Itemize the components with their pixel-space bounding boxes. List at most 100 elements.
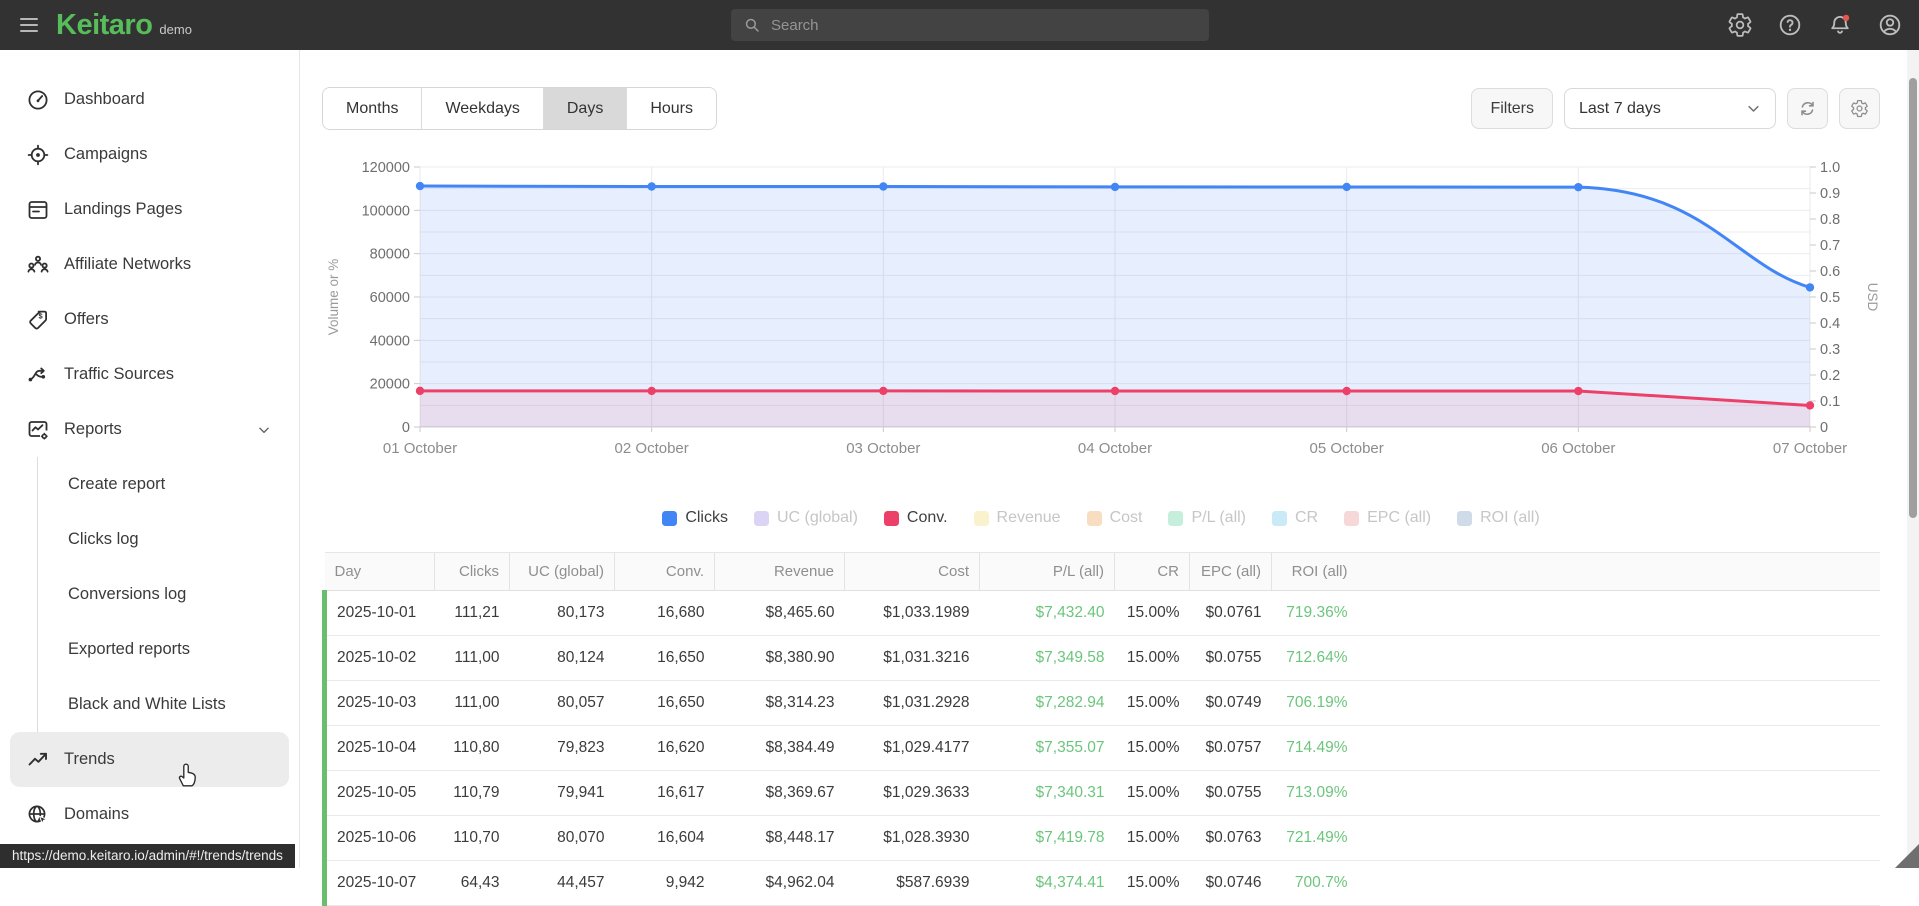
cell-day: 2025-10-05 bbox=[325, 771, 435, 816]
svg-text:04 October: 04 October bbox=[1078, 440, 1152, 457]
column-header-roi-all[interactable]: ROI (all) bbox=[1272, 553, 1358, 591]
corner-grip bbox=[1895, 844, 1919, 868]
notifications-icon[interactable] bbox=[1827, 12, 1853, 38]
legend-item-conv[interactable]: Conv. bbox=[884, 509, 948, 527]
svg-text:120000: 120000 bbox=[362, 160, 410, 176]
sidebar-subitem-black-and-white-lists[interactable]: Black and White Lists bbox=[38, 677, 299, 732]
legend-label: Revenue bbox=[997, 509, 1061, 527]
refresh-icon bbox=[1798, 99, 1817, 118]
sidebar-item-affiliate-networks[interactable]: Affiliate Networks bbox=[10, 237, 289, 292]
cell-epc-all: $0.0757 bbox=[1190, 726, 1272, 771]
filters-button[interactable]: Filters bbox=[1471, 88, 1553, 129]
sidebar-subitem-create-report[interactable]: Create report bbox=[38, 457, 299, 512]
trends-table: DayClicksUC (global)Conv.RevenueCostP/L … bbox=[322, 552, 1880, 906]
svg-text:07 October: 07 October bbox=[1773, 440, 1847, 457]
column-header-p-l-all[interactable]: P/L (all) bbox=[980, 553, 1115, 591]
cell-conv: 16,620 bbox=[615, 726, 715, 771]
table-row[interactable]: 2025-10-03111,0080,05716,650$8,314.23$1,… bbox=[325, 681, 1881, 726]
tab-weekdays[interactable]: Weekdays bbox=[421, 88, 542, 129]
traffic-sources-icon bbox=[26, 363, 50, 387]
help-icon[interactable] bbox=[1777, 12, 1803, 38]
date-range-select[interactable]: Last 7 days bbox=[1564, 88, 1776, 129]
refresh-button[interactable] bbox=[1787, 88, 1828, 129]
cell-roi-all: 719.36% bbox=[1272, 591, 1358, 636]
svg-text:100000: 100000 bbox=[362, 203, 410, 219]
sidebar-item-domains[interactable]: Domains bbox=[10, 787, 289, 842]
svg-text:0.2: 0.2 bbox=[1820, 368, 1840, 384]
topbar-actions bbox=[1727, 0, 1903, 50]
legend-item-clicks[interactable]: Clicks bbox=[662, 509, 728, 527]
sidebar-item-campaigns[interactable]: Campaigns bbox=[10, 127, 289, 182]
sidebar-item-trends[interactable]: Trends bbox=[10, 732, 289, 787]
cell-conv: 16,650 bbox=[615, 681, 715, 726]
cell-roi-all: 700.7% bbox=[1272, 861, 1358, 906]
column-header-revenue[interactable]: Revenue bbox=[715, 553, 845, 591]
legend-item-cr[interactable]: CR bbox=[1272, 509, 1318, 527]
table-row[interactable]: 2025-10-0764,4344,4579,942$4,962.04$587.… bbox=[325, 861, 1881, 906]
status-url-tooltip: https://demo.keitaro.io/admin/#!/trends/… bbox=[0, 844, 295, 868]
trends-toolbar: MonthsWeekdaysDaysHours Filters Last 7 d… bbox=[322, 87, 1880, 130]
scrollbar-track[interactable] bbox=[1907, 50, 1919, 868]
cell-cost: $1,028.3930 bbox=[845, 816, 980, 861]
tab-months[interactable]: Months bbox=[323, 88, 421, 129]
legend-item-p-l-all[interactable]: P/L (all) bbox=[1168, 509, 1246, 527]
menu-toggle-icon[interactable] bbox=[0, 0, 46, 50]
cell-p-l-all: $7,355.07 bbox=[980, 726, 1115, 771]
legend-item-cost[interactable]: Cost bbox=[1087, 509, 1143, 527]
offer-tag-icon: $ bbox=[26, 308, 50, 332]
sidebar-subitem-conversions-log[interactable]: Conversions log bbox=[38, 567, 299, 622]
cell-clicks: 110,79 bbox=[435, 771, 510, 816]
table-row[interactable]: 2025-10-04110,8079,82316,620$8,384.49$1,… bbox=[325, 726, 1881, 771]
table-row[interactable]: 2025-10-06110,7080,07016,604$8,448.17$1,… bbox=[325, 816, 1881, 861]
column-header-cr[interactable]: CR bbox=[1115, 553, 1190, 591]
sidebar-item-label: Dashboard bbox=[64, 90, 145, 109]
cell-roi-all: 713.09% bbox=[1272, 771, 1358, 816]
svg-text:0: 0 bbox=[402, 420, 410, 436]
scrollbar-thumb[interactable] bbox=[1909, 78, 1917, 518]
cell-clicks: 64,43 bbox=[435, 861, 510, 906]
account-icon[interactable] bbox=[1877, 12, 1903, 38]
gear-icon bbox=[1850, 99, 1869, 118]
column-header-epc-all[interactable]: EPC (all) bbox=[1190, 553, 1272, 591]
sidebar-subitem-clicks-log[interactable]: Clicks log bbox=[38, 512, 299, 567]
tab-days[interactable]: Days bbox=[543, 88, 626, 129]
cell-day: 2025-10-02 bbox=[325, 636, 435, 681]
settings-icon[interactable] bbox=[1727, 12, 1753, 38]
search-input[interactable] bbox=[771, 17, 1197, 34]
table-row[interactable]: 2025-10-05110,7979,94116,617$8,369.67$1,… bbox=[325, 771, 1881, 816]
landing-pages-icon bbox=[26, 198, 50, 222]
column-header-clicks[interactable]: Clicks bbox=[435, 553, 510, 591]
cell-clicks: 111,21 bbox=[435, 591, 510, 636]
tab-hours[interactable]: Hours bbox=[626, 88, 716, 129]
legend-swatch bbox=[662, 511, 677, 526]
column-header-day[interactable]: Day bbox=[325, 553, 435, 591]
table-row[interactable]: 2025-10-02111,0080,12416,650$8,380.90$1,… bbox=[325, 636, 1881, 681]
legend-label: CR bbox=[1295, 509, 1318, 527]
table-header-row: DayClicksUC (global)Conv.RevenueCostP/L … bbox=[325, 553, 1881, 591]
svg-text:0.1: 0.1 bbox=[1820, 394, 1840, 410]
chart-settings-button[interactable] bbox=[1839, 88, 1880, 129]
cell-epc-all: $0.0761 bbox=[1190, 591, 1272, 636]
sidebar-item-reports[interactable]: Reports bbox=[10, 402, 289, 457]
brand-logo[interactable]: Keitaro demo bbox=[56, 9, 192, 42]
granularity-tabs: MonthsWeekdaysDaysHours bbox=[322, 87, 717, 130]
sidebar-item-traffic-sources[interactable]: Traffic Sources bbox=[10, 347, 289, 402]
sidebar-subitem-exported-reports[interactable]: Exported reports bbox=[38, 622, 299, 677]
cell-day: 2025-10-04 bbox=[325, 726, 435, 771]
legend-item-uc-global[interactable]: UC (global) bbox=[754, 509, 858, 527]
sidebar-item-offers[interactable]: $Offers bbox=[10, 292, 289, 347]
global-search[interactable] bbox=[731, 9, 1209, 41]
column-header-cost[interactable]: Cost bbox=[845, 553, 980, 591]
svg-text:$: $ bbox=[39, 311, 44, 320]
legend-item-epc-all[interactable]: EPC (all) bbox=[1344, 509, 1431, 527]
column-header-conv[interactable]: Conv. bbox=[615, 553, 715, 591]
legend-item-roi-all[interactable]: ROI (all) bbox=[1457, 509, 1540, 527]
sidebar-item-dashboard[interactable]: Dashboard bbox=[10, 72, 289, 127]
legend-item-revenue[interactable]: Revenue bbox=[974, 509, 1061, 527]
sidebar-item-label: Reports bbox=[64, 420, 122, 439]
trends-chart: 02000040000600008000010000012000000.10.2… bbox=[322, 152, 1880, 502]
column-header-uc-global[interactable]: UC (global) bbox=[510, 553, 615, 591]
cell-filler bbox=[1358, 681, 1881, 726]
table-row[interactable]: 2025-10-01111,2180,17316,680$8,465.60$1,… bbox=[325, 591, 1881, 636]
sidebar-item-landings-pages[interactable]: Landings Pages bbox=[10, 182, 289, 237]
